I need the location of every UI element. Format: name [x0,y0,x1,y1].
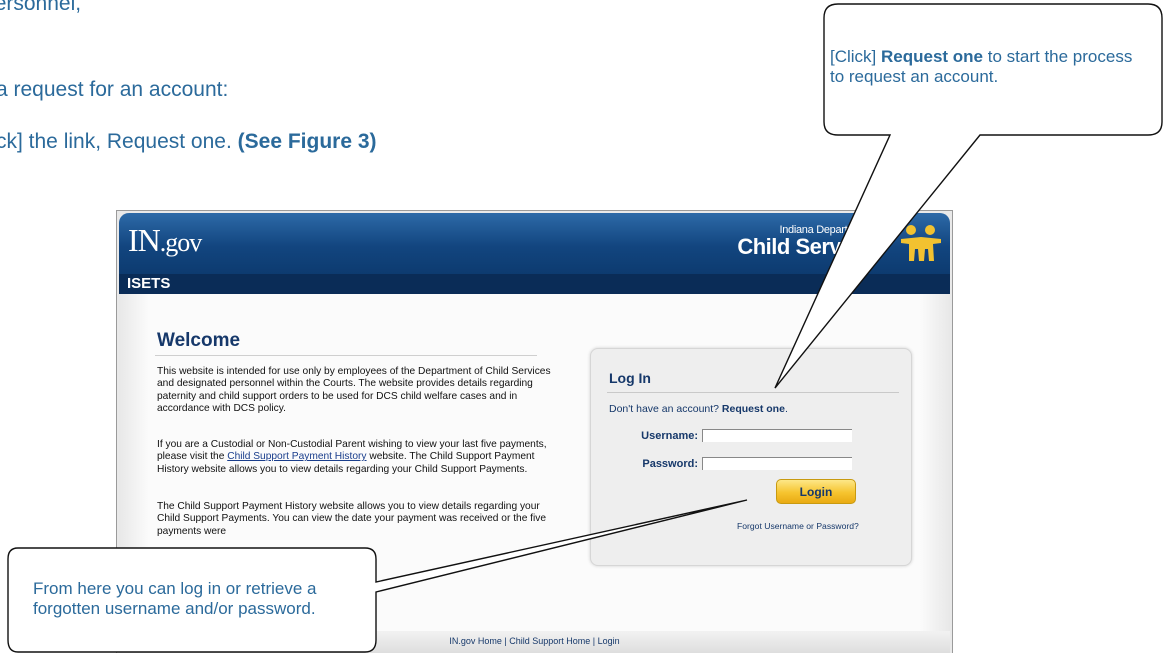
callout-bubble-left [7,499,748,653]
callout-request-account: [Click] Request one to start the process… [830,47,1150,87]
callout-right-prefix: [Click] [830,47,881,66]
callout-login-help: From here you can log in or retrieve a f… [33,579,317,618]
callout-right-bold: Request one [881,47,984,66]
callout-shapes [7,3,1163,653]
